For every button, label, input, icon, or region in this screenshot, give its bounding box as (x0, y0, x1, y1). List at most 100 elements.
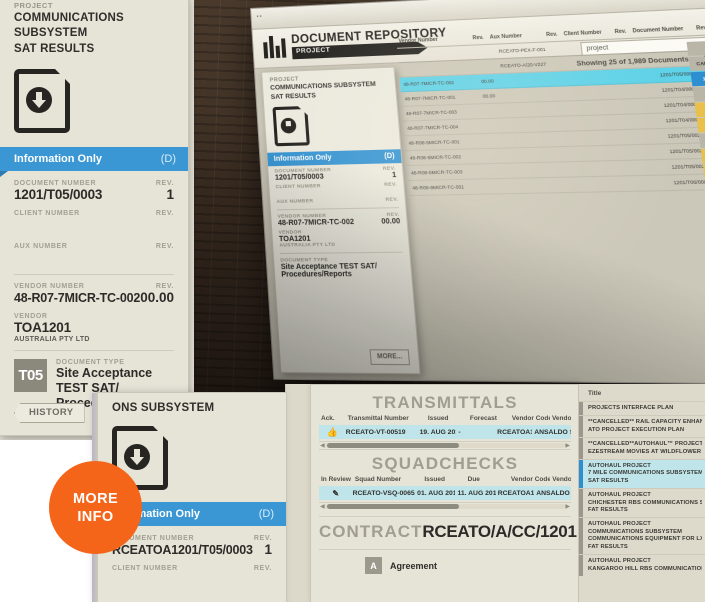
table-row[interactable]: 👍 RCEATO-VT-00519 19. AUG 2013 - RCEATOA… (319, 425, 571, 439)
laptop-vendor-sub: AUSTRALIA PTY LTD (279, 242, 336, 249)
laptop-status-cell: CAN (688, 56, 705, 72)
list-item[interactable]: AUTOHAUL PROJECT CHICHESTER RBS COMMUNIC… (579, 488, 705, 518)
laptop-row0-aux: RCEATO-PEX-F-001 (498, 46, 546, 54)
laptop-row4-vendor: 48-R07-7MICR-TC-003 (405, 109, 458, 117)
scroll-right-icon[interactable]: ▶ (565, 442, 570, 449)
list-item-bar (579, 460, 583, 489)
rev-label: REV. (253, 535, 272, 542)
list-item-line: SAT RESULTS (588, 477, 629, 484)
repository-logo-icon (263, 35, 287, 59)
scroll-thumb[interactable] (327, 443, 459, 448)
list-item-selected[interactable]: AUTOHAUL PROJECT 7 MILE COMMUNICATIONS S… (579, 459, 705, 489)
status-badge-label: Information Only (14, 153, 102, 165)
list-item[interactable]: **CANCELLED** RAIL CAPACITY ENHANCEMENT … (579, 415, 705, 438)
list-item-line: CHICHESTER RBS COMMUNICATIONS SUBSYSTEM (588, 499, 702, 506)
list-item-line: **CANCELLED**AUTOHAUL™ PROJECT (588, 441, 702, 448)
list-item[interactable]: **CANCELLED**AUTOHAUL™ PROJECT EZESTREAM… (579, 437, 705, 460)
col-vendor-code: Vendor Code (510, 476, 551, 483)
field-document-number: DOCUMENT NUMBER REV. RCEATOA1201/T05/0003… (112, 535, 272, 558)
status-badge-code: (D) (160, 153, 176, 165)
scroll-thumb[interactable] (327, 504, 459, 509)
laptop-banner-code: (D) (384, 152, 395, 161)
rev-label: REV. (155, 210, 174, 217)
cell-vendor-code: RCEATOA1201 (497, 428, 533, 436)
rev-value: 1 (264, 542, 272, 557)
transmittals-heading: TRANSMITTALS (372, 393, 518, 412)
vendor-sub-line: AUSTRALIA PTY LTD (14, 336, 90, 343)
history-button[interactable]: HISTORY (14, 403, 85, 423)
laptop-col-client-number: Client Number (563, 29, 602, 38)
scroll-left-icon[interactable]: ◀ (320, 442, 325, 449)
field-label: DOCUMENT NUMBER (14, 180, 97, 187)
list-item-bar (579, 402, 583, 416)
list-item[interactable]: PROJECTS INTERFACE PLAN (579, 401, 705, 416)
rev-value: 00.00 (140, 290, 174, 305)
cell-forecast: - (458, 428, 461, 436)
agreement-row[interactable]: A Agreement (319, 549, 571, 574)
more-info-badge[interactable]: MORE INFO (49, 461, 142, 554)
laptop-f1-revlabel: REV. (384, 182, 398, 189)
list-item-bar (579, 489, 583, 518)
rev-label: REV. (155, 283, 174, 290)
download-arrow-icon (124, 444, 150, 470)
document-type-badge: T05 (14, 359, 47, 392)
list-item-bar (579, 438, 583, 460)
field-value: TOA1201 (14, 320, 71, 335)
squadchecks-table: In Review Squad Number Issued Due Vendor… (319, 476, 571, 500)
pencil-icon[interactable]: ✎ (319, 489, 351, 498)
field-label: CLIENT NUMBER (14, 210, 80, 217)
laptop-status-cell (692, 86, 705, 102)
squadchecks-scrollbar[interactable]: ◀ ▶ (319, 502, 571, 510)
laptop-f2-label: AUX NUMBER (276, 199, 314, 206)
list-item-line: EZESTREAM MOVIES AT WILDFLOWER (588, 448, 702, 455)
field-client-number: CLIENT NUMBER REV. (14, 210, 174, 236)
laptop-f0-value: 1201/T05/0003 (274, 173, 324, 182)
list-item-line: KANGAROO HILL RBS COMMUNICATIONS (588, 565, 702, 572)
table-row[interactable]: ✎ RCEATO-VSQ-00652 01. AUG 2013 11. AUG … (319, 486, 571, 500)
laptop-vn-value: 48-R07-7MICR-TC-002 (277, 218, 355, 228)
field-value: RCEATOA1201/T05/0003 (112, 543, 253, 557)
thumbs-up-icon[interactable]: 👍 (319, 427, 344, 438)
field-aux-number: AUX NUMBER REV. (14, 243, 174, 267)
squadchecks-header-row: In Review Squad Number Issued Due Vendor… (319, 476, 571, 486)
laptop-row6-vendor: 48-R08-5MICR-TC-001 (408, 139, 460, 146)
laptop-screen: •• Open with Preview DOCUMENT REPOSITORY… (250, 0, 705, 386)
rev-label: REV. (253, 565, 272, 572)
col-issued: Issued (427, 415, 449, 422)
laptop-more-button[interactable]: MORE... (369, 349, 411, 366)
laptop-row8-docnum: 1201/T05/0024 (671, 163, 705, 170)
results-title-header: Title (588, 390, 602, 397)
laptop-row9-docnum: 1201/T06/0001 (673, 179, 705, 186)
list-item[interactable]: AUTOHAUL PROJECT COMMUNICATIONS SUBSYSTE… (579, 517, 705, 555)
laptop-status-cell (694, 101, 705, 117)
laptop-f2-revlabel: REV. (385, 197, 399, 204)
cell-due: 11. AUG 2013 (457, 489, 496, 497)
download-arrow-icon (26, 87, 52, 113)
field-value: 1201/T05/0003 (14, 187, 103, 202)
field-vendor: VENDOR TOA1201 AUSTRALIA PTY LTD (14, 313, 174, 343)
list-item-line: AUTOHAUL PROJECT (588, 558, 651, 565)
card-context-label: PROJECT (14, 1, 53, 10)
list-item-line: AUTOHAUL PROJECT (588, 492, 651, 499)
screenshot-root: •• Open with Preview DOCUMENT REPOSITORY… (0, 0, 705, 602)
list-item[interactable]: AUTOHAUL PROJECT KANGAROO HILL RBS COMMU… (579, 554, 705, 576)
col-due: Due (467, 476, 480, 483)
scroll-right-icon[interactable]: ▶ (565, 503, 570, 510)
laptop-card-fields: DOCUMENT NUMBER REV. 1201/T05/0003 1 CLIEN… (268, 163, 412, 282)
col-ack: Ack. (321, 415, 335, 422)
results-list-panel: Title PROJECTS INTERFACE PLAN **CANCELLE… (578, 384, 705, 602)
document-download-icon (272, 105, 310, 147)
col-transmittal-number: Transmittal Number (347, 415, 409, 422)
laptop-row1-aux: RCEATO-A/20-V227 (500, 61, 547, 69)
field-label: AUX NUMBER (14, 243, 68, 250)
list-item-line: AUTOHAUL PROJECT (588, 521, 651, 528)
laptop-status-cell (686, 40, 705, 56)
more-info-line2: INFO (77, 508, 114, 525)
laptop-status-cell (700, 148, 705, 164)
scroll-left-icon[interactable]: ◀ (320, 503, 325, 510)
transmittals-scrollbar[interactable]: ◀ ▶ (319, 441, 571, 449)
more-info-line1: MORE (72, 490, 119, 507)
list-item-line: FAT RESULTS (588, 507, 628, 514)
laptop-row8-vendor: 48-R08-5MICR-TC-003 (410, 169, 463, 176)
list-item-line: **CANCELLED** RAIL CAPACITY ENHANCEMENT … (588, 419, 702, 426)
